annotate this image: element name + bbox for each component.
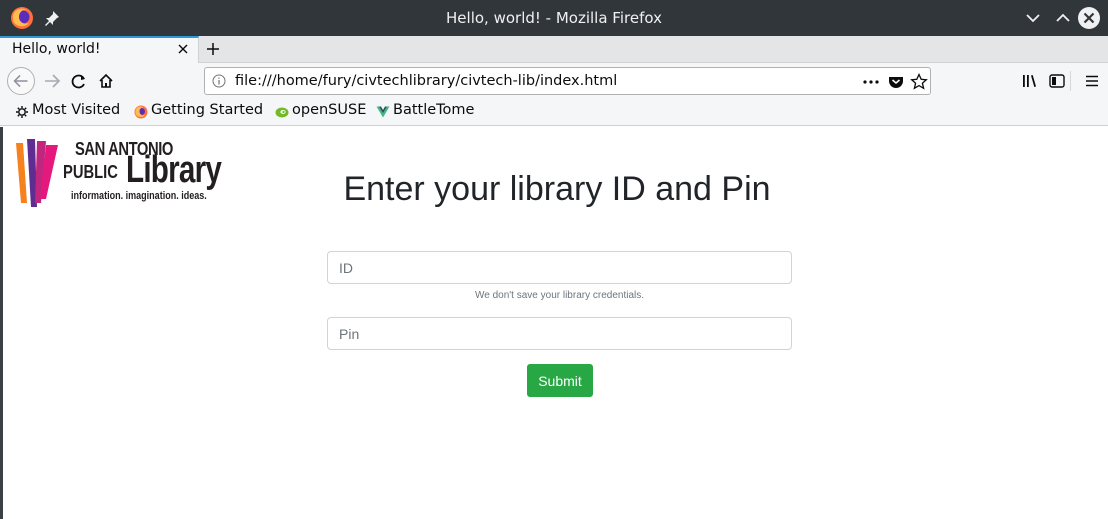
hamburger-menu-icon[interactable]	[1082, 71, 1102, 91]
submit-button[interactable]: Submit	[527, 364, 593, 397]
library-id-input[interactable]	[327, 251, 792, 284]
page-content: SAN ANTONIO PUBLIC Library information. …	[0, 127, 1108, 519]
back-button-icon[interactable]	[7, 67, 35, 95]
url-text[interactable]: file:///home/fury/civtechlibrary/civtech…	[235, 73, 617, 89]
tab-strip: Hello, world!	[0, 36, 1108, 63]
firefox-icon	[134, 105, 148, 119]
bookmark-label: Getting Started	[151, 102, 264, 118]
vue-icon	[376, 106, 390, 118]
minimize-icon[interactable]	[1021, 6, 1045, 30]
credentials-help-text: We don't save your library credentials.	[474, 290, 645, 301]
tab-label: Hello, world!	[12, 41, 101, 57]
tab-hello-world[interactable]: Hello, world!	[0, 36, 199, 63]
gear-icon	[16, 106, 28, 118]
window-titlebar: Hello, world! - Mozilla Firefox	[0, 0, 1108, 36]
close-tab-icon[interactable]	[176, 42, 190, 56]
bookmark-label: BattleTome	[393, 102, 475, 118]
close-window-icon[interactable]	[1077, 6, 1101, 30]
home-icon[interactable]	[92, 67, 120, 95]
toolbar-separator	[1070, 71, 1071, 91]
bookmark-star-icon[interactable]	[909, 72, 929, 92]
opensuse-icon	[275, 107, 289, 118]
bookmarks-toolbar: Most Visited Getting Started openSUSE Ba…	[0, 99, 1108, 126]
pocket-icon[interactable]	[886, 72, 906, 92]
url-bar[interactable]: file:///home/fury/civtechlibrary/civtech…	[204, 67, 931, 95]
maximize-icon[interactable]	[1051, 6, 1075, 30]
library-icon[interactable]	[1020, 71, 1040, 91]
pin-input[interactable]	[327, 317, 792, 350]
page-actions-icon[interactable]	[861, 72, 881, 92]
navigation-toolbar: file:///home/fury/civtechlibrary/civtech…	[0, 63, 1108, 99]
site-info-icon[interactable]	[212, 74, 226, 88]
window-title: Hello, world! - Mozilla Firefox	[446, 9, 662, 27]
page-heading: Enter your library ID and Pin	[343, 170, 771, 208]
forward-button-icon[interactable]	[38, 67, 66, 95]
reload-icon[interactable]	[65, 67, 93, 95]
new-tab-icon[interactable]	[203, 39, 223, 59]
sidebar-icon[interactable]	[1047, 71, 1067, 91]
bookmark-label: openSUSE	[292, 102, 367, 118]
bookmark-label: Most Visited	[32, 102, 121, 118]
